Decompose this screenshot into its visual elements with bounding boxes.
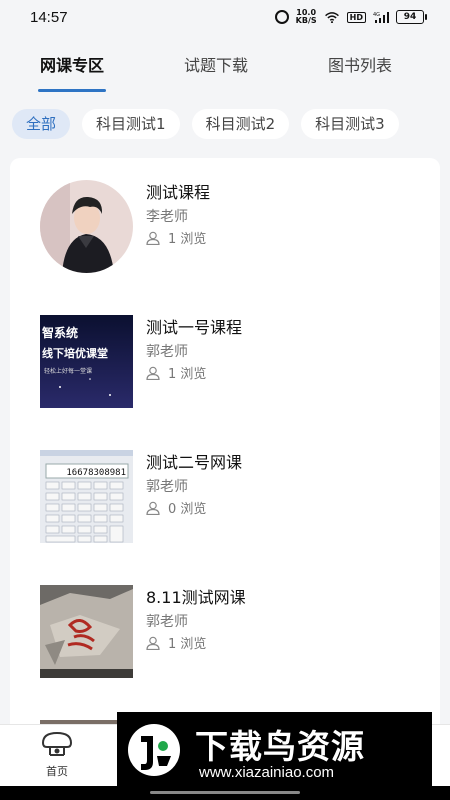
course-teacher: 李老师	[146, 209, 188, 225]
course-views-count: 1 浏览	[168, 637, 207, 652]
course-views-count: 1 浏览	[168, 232, 207, 247]
course-item[interactable]: 智系统 线下培优课堂 轻松上好每一堂课 测试一号课程 郭老师 1 浏览	[10, 293, 440, 408]
chip-subject-test-2[interactable]: 科目测试2	[191, 109, 290, 139]
gesture-bar	[0, 786, 450, 800]
battery-icon: 94	[396, 10, 427, 24]
banner-line-2: 线下培优课堂	[42, 346, 108, 360]
status-time: 14:57	[30, 8, 68, 26]
course-views: 1 浏览	[146, 633, 206, 652]
course-list: 测试课程 李老师 1 浏览 智系统 线下培优课堂 轻松上好每一堂课 测试一号课程…	[10, 158, 440, 738]
course-teacher: 郭老师	[146, 614, 188, 630]
top-tabs: 网课专区 试题下载 图书列表	[0, 34, 450, 98]
course-views-count: 0 浏览	[168, 502, 207, 517]
banner-line-3: 轻松上好每一堂课	[44, 367, 92, 375]
course-views-count: 1 浏览	[168, 367, 207, 382]
tab-online-courses[interactable]: 网课专区	[37, 52, 107, 92]
chip-subject-test-1[interactable]: 科目测试1	[82, 109, 180, 139]
nav-home-label: 首页	[46, 765, 68, 778]
user-icon	[146, 231, 160, 245]
alarm-icon	[274, 10, 289, 24]
course-teacher: 郭老师	[146, 344, 188, 360]
course-item[interactable]: 8.11测试网课 郭老师 1 浏览	[10, 563, 440, 678]
status-bar: 14:57 10.0 KB/S HD 4G 94	[0, 0, 450, 34]
watermark-banner: 下载鸟资源 www.xiazainiao.com	[117, 712, 432, 788]
banner-line-1: 智系统	[41, 325, 78, 340]
user-icon	[146, 366, 160, 380]
status-icons: 10.0 KB/S HD 4G 94	[274, 9, 427, 25]
hd-voice-icon: HD	[346, 11, 366, 23]
course-views: 1 浏览	[146, 228, 206, 247]
home-icon	[41, 731, 73, 756]
user-icon	[146, 501, 160, 515]
cell-signal-icon: 4G	[373, 12, 389, 23]
course-title: 测试课程	[146, 183, 211, 202]
course-item[interactable]: 16678308981 测试二号网课 郭老师 0 浏览	[10, 428, 440, 543]
course-thumbnail-portrait	[40, 180, 133, 273]
course-views: 1 浏览	[146, 363, 206, 382]
subject-filter-chips: 全部 科目测试1 科目测试2 科目测试3	[0, 98, 450, 150]
tab-exam-downloads[interactable]: 试题下载	[184, 52, 248, 80]
course-views: 0 浏览	[146, 498, 206, 517]
signal-label: 4G	[373, 12, 380, 18]
nav-home[interactable]: 首页	[36, 731, 78, 779]
network-speed-unit: KB/S	[295, 16, 317, 25]
course-item[interactable]: 测试课程 李老师 1 浏览	[10, 158, 440, 273]
bird-logo-icon	[128, 724, 180, 776]
wifi-icon	[324, 11, 339, 23]
battery-level: 94	[403, 12, 417, 22]
watermark-url: www.xiazainiao.com	[199, 764, 335, 781]
tab-book-list[interactable]: 图书列表	[328, 52, 392, 80]
course-thumbnail-banner: 智系统 线下培优课堂 轻松上好每一堂课	[40, 315, 133, 408]
watermark-title: 下载鸟资源	[195, 727, 365, 766]
course-title: 测试二号网课	[146, 453, 243, 472]
chip-all[interactable]: 全部	[12, 109, 71, 139]
course-thumbnail-rock	[40, 585, 133, 678]
course-teacher: 郭老师	[146, 479, 188, 495]
course-title: 测试一号课程	[146, 318, 243, 337]
chip-subject-test-3[interactable]: 科目测试3	[301, 109, 399, 139]
user-icon	[146, 636, 160, 650]
course-thumbnail-calculator: 16678308981	[40, 450, 133, 543]
course-title: 8.11测试网课	[146, 588, 246, 607]
gesture-handle[interactable]	[150, 791, 300, 794]
network-speed: 10.0 KB/S	[296, 9, 317, 25]
calculator-display: 16678308981	[66, 468, 126, 478]
